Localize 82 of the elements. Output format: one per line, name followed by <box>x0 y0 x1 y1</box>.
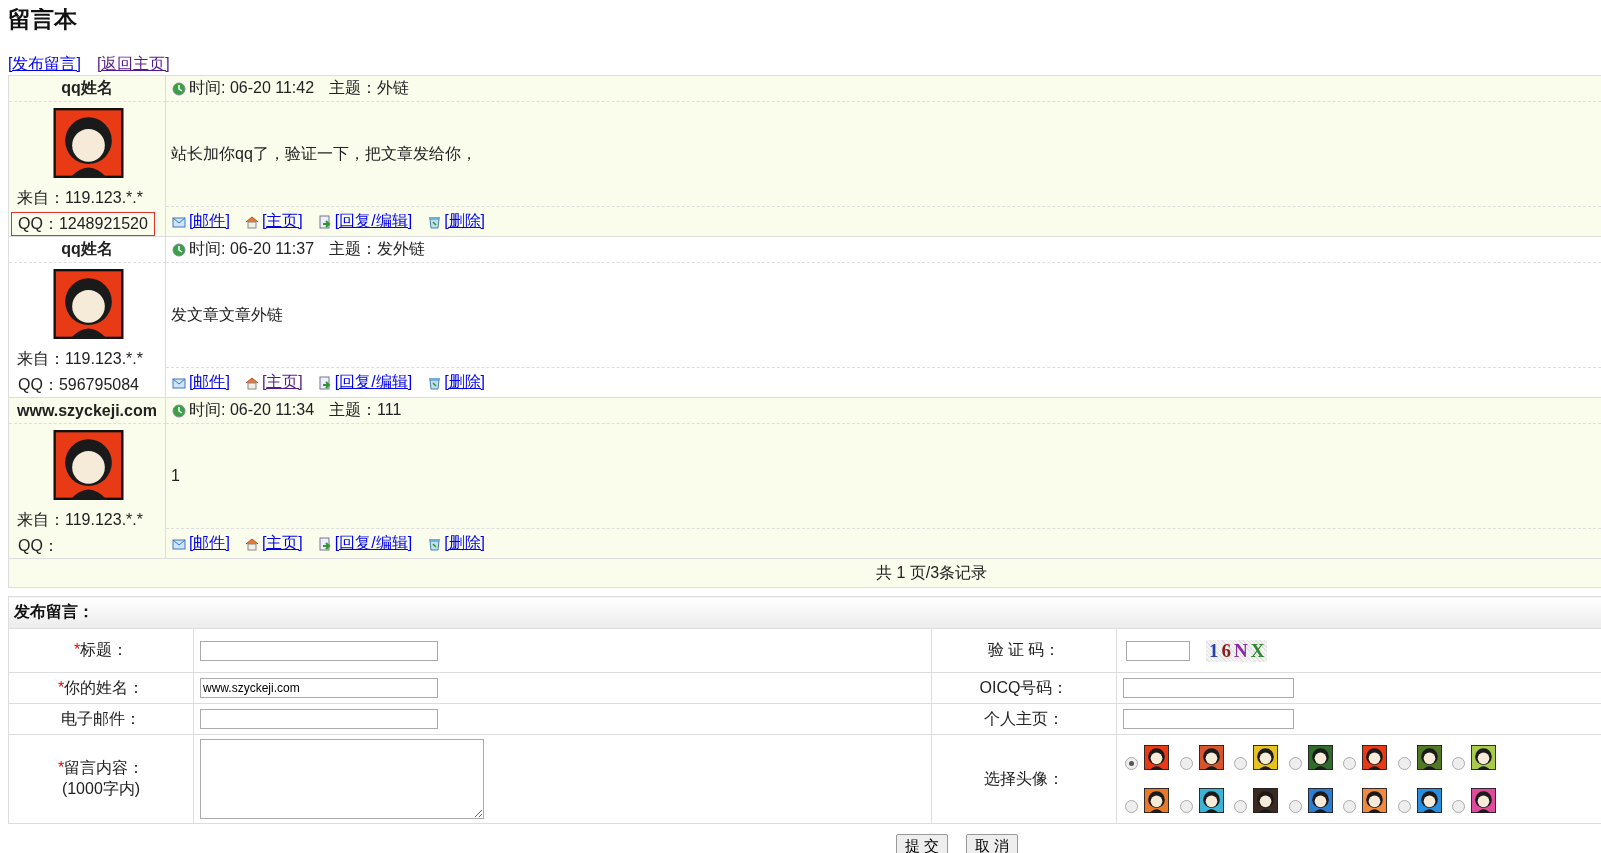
text-area[interactable] <box>200 739 484 819</box>
post-time: 时间: 06-20 11:34 <box>189 400 315 420</box>
house-icon <box>244 375 259 390</box>
message-text: 1 <box>170 466 181 486</box>
field-label: 电子邮件： <box>61 708 141 729</box>
radio-button[interactable] <box>1234 800 1247 813</box>
radio-button[interactable] <box>1343 757 1356 770</box>
bin-icon <box>427 214 442 229</box>
radio-button[interactable] <box>1452 800 1465 813</box>
clock-icon <box>172 242 186 257</box>
radio-button[interactable] <box>1179 800 1193 813</box>
avatar-icon <box>52 108 124 178</box>
clock-icon <box>172 81 186 96</box>
text-field[interactable]: www.szyckeji.com <box>200 678 438 698</box>
envelope-icon <box>172 214 186 229</box>
author-name: www.szyckeji.com <box>17 401 157 420</box>
action-link[interactable]: [邮件] <box>189 211 230 232</box>
post-time: 时间: 06-20 11:42 <box>189 78 315 98</box>
post-time: 时间: 06-20 11:37 <box>189 239 315 259</box>
radio-button[interactable] <box>1125 800 1138 813</box>
ip-address: 来自：119.123.*.* <box>16 349 143 369</box>
radio-button[interactable] <box>1288 800 1302 813</box>
field-label: *留言内容： <box>57 758 145 778</box>
radio-button[interactable] <box>1397 800 1411 813</box>
author-name: qq姓名 <box>61 78 113 98</box>
action-link[interactable]: [回复/编辑] <box>334 372 413 393</box>
action-link[interactable]: [回复/编辑] <box>334 533 413 554</box>
action-link[interactable]: [主页] <box>261 533 303 554</box>
field-label: 个人主页： <box>984 708 1064 729</box>
action-link[interactable]: [邮件] <box>189 533 230 554</box>
form-heading: 发布留言： <box>14 603 94 620</box>
qq-number: QQ：596795084 <box>17 375 140 395</box>
action-link[interactable]: [删除] <box>444 372 485 393</box>
action-link[interactable]: [主页] <box>261 372 303 393</box>
nav-link[interactable]: [发布留言] <box>8 54 81 75</box>
house-icon <box>244 536 259 551</box>
captcha-image: 1 6NX <box>1206 639 1268 662</box>
avatar-icon <box>52 430 124 500</box>
avatar-icon <box>52 269 124 339</box>
field-label: 验 证 码： <box>987 640 1061 660</box>
ip-address: 来自：119.123.*.* <box>16 510 143 530</box>
post-subject: 主题：外链 <box>329 78 410 98</box>
action-link[interactable]: [回复/编辑] <box>334 211 413 232</box>
radio-button[interactable] <box>1179 757 1193 770</box>
post-subject: 主题：发外链 <box>329 239 426 259</box>
field-label: *标题： <box>73 640 129 660</box>
bin-icon <box>427 375 442 390</box>
form-button[interactable]: 取 消 <box>965 834 1018 853</box>
clock-icon <box>172 403 186 418</box>
radio-button[interactable] <box>1288 757 1302 770</box>
message-text: 站长加你qq了，验证一下，把文章发给你， <box>170 143 478 164</box>
captcha-field[interactable] <box>1126 640 1190 661</box>
nav-link[interactable]: [返回主页] <box>96 54 170 75</box>
radio-button[interactable] <box>1343 800 1356 813</box>
radio-button[interactable] <box>1234 757 1247 770</box>
envelope-icon <box>172 375 186 390</box>
radio-button[interactable] <box>1397 757 1411 770</box>
text-field[interactable] <box>200 640 438 661</box>
bin-icon <box>427 536 442 551</box>
field-label: 选择头像： <box>984 768 1064 789</box>
text-field[interactable] <box>1123 678 1294 698</box>
house-icon <box>244 214 259 229</box>
envelope-icon <box>172 536 186 551</box>
qq-number: QQ： <box>17 536 60 556</box>
radio-button[interactable] <box>1125 757 1138 770</box>
message-text: 发文章文章外链 <box>170 304 284 325</box>
action-link[interactable]: [主页] <box>261 211 303 232</box>
ip-address: 来自：119.123.*.* <box>16 188 143 208</box>
text-field[interactable] <box>200 709 438 729</box>
form-button[interactable]: 提 交 <box>895 834 948 853</box>
action-link[interactable]: [删除] <box>444 533 485 554</box>
field-label: OICQ号码： <box>979 677 1069 698</box>
text-field[interactable] <box>1123 709 1294 729</box>
field-label: *你的姓名： <box>57 677 145 698</box>
radio-button[interactable] <box>1452 757 1465 770</box>
field-note: (1000字内) <box>61 779 141 799</box>
post-subject: 主题：111 <box>329 400 402 420</box>
qq-number: QQ：1248921520 <box>11 212 155 236</box>
action-link[interactable]: [邮件] <box>189 372 230 393</box>
pagination-text: 共 1 页/3条记录 <box>876 562 988 583</box>
author-name: qq姓名 <box>61 239 113 259</box>
action-link[interactable]: [删除] <box>444 211 485 232</box>
